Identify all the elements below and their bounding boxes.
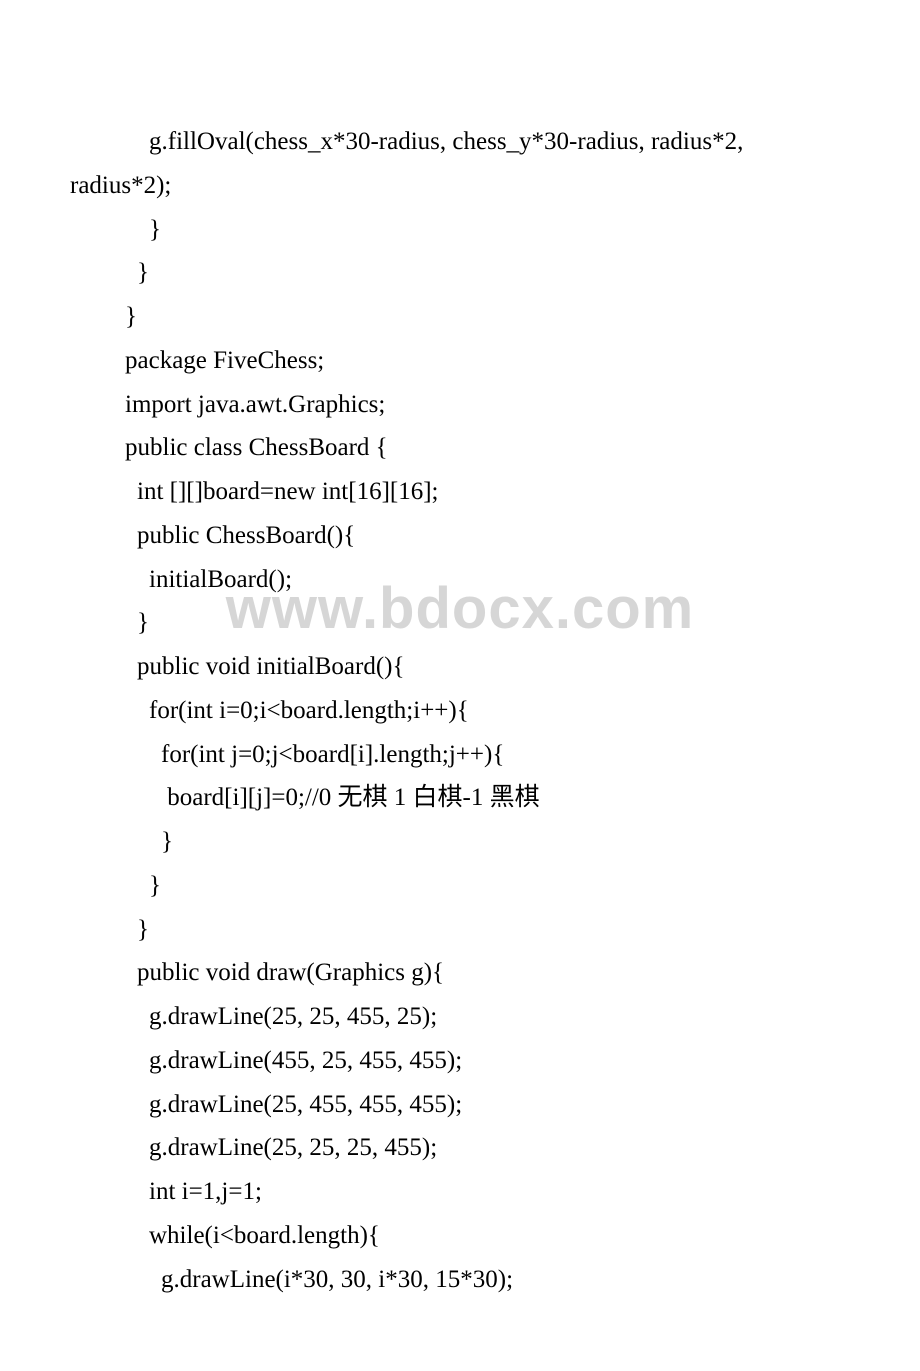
code-line: g.drawLine(i*30, 30, i*30, 15*30); xyxy=(70,1258,850,1302)
code-line: } xyxy=(70,864,850,908)
code-line: package FiveChess; xyxy=(70,339,850,383)
code-line: board[i][j]=0;//0 无棋 1 白棋-1 黑棋 xyxy=(70,776,850,820)
code-line: public void initialBoard(){ xyxy=(70,645,850,689)
code-line: } xyxy=(70,295,850,339)
code-line: } xyxy=(70,908,850,952)
code-line: public ChessBoard(){ xyxy=(70,514,850,558)
code-line: public class ChessBoard { xyxy=(70,426,850,470)
code-line: public void draw(Graphics g){ xyxy=(70,951,850,995)
code-line: g.drawLine(25, 455, 455, 455); xyxy=(70,1083,850,1127)
code-line: } xyxy=(70,251,850,295)
code-line: initialBoard(); xyxy=(70,558,850,602)
code-line: for(int i=0;i<board.length;i++){ xyxy=(70,689,850,733)
code-line: int [][]board=new int[16][16]; xyxy=(70,470,850,514)
code-line: g.drawLine(455, 25, 455, 455); xyxy=(70,1039,850,1083)
code-line: for(int j=0;j<board[i].length;j++){ xyxy=(70,733,850,777)
code-line: import java.awt.Graphics; xyxy=(70,383,850,427)
code-line: } xyxy=(70,601,850,645)
code-line: } xyxy=(70,820,850,864)
code-content: g.fillOval(chess_x*30-radius, chess_y*30… xyxy=(70,120,850,1301)
document-page: www.bdocx.com g.fillOval(chess_x*30-radi… xyxy=(0,0,920,1371)
code-line: g.fillOval(chess_x*30-radius, chess_y*30… xyxy=(70,120,850,164)
code-line: } xyxy=(70,208,850,252)
code-line: g.drawLine(25, 25, 25, 455); xyxy=(70,1126,850,1170)
code-line: radius*2); xyxy=(70,164,850,208)
code-line: while(i<board.length){ xyxy=(70,1214,850,1258)
code-line: int i=1,j=1; xyxy=(70,1170,850,1214)
code-line: g.drawLine(25, 25, 455, 25); xyxy=(70,995,850,1039)
